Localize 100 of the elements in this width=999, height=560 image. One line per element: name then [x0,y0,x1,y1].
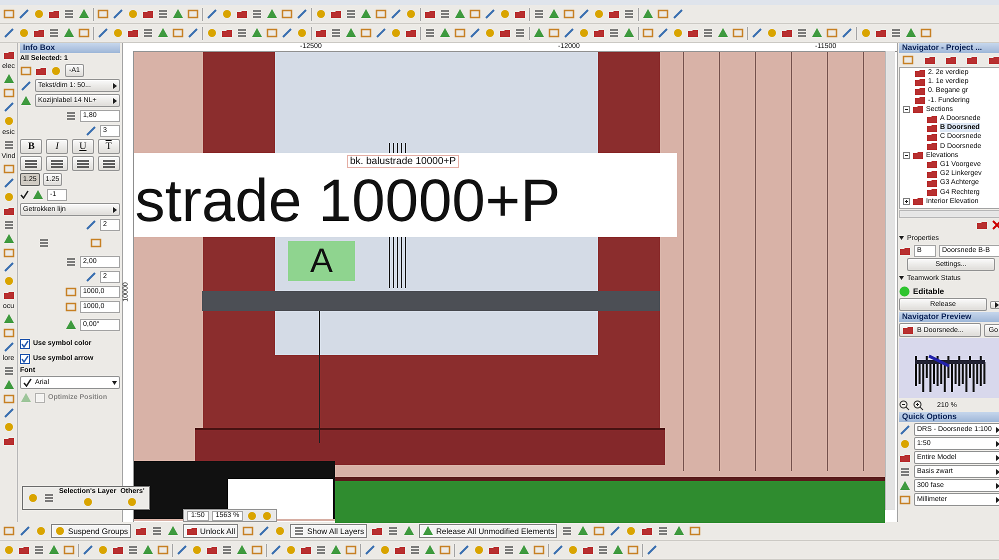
triangle-icon[interactable] [251,27,263,39]
dot-icon[interactable] [766,27,778,39]
align-icon[interactable] [24,158,38,168]
lines-icon[interactable] [597,544,609,556]
folder-icon[interactable] [899,245,911,257]
lines-icon[interactable] [702,27,714,39]
triangle-icon[interactable] [142,544,154,556]
frame-icon[interactable] [360,27,372,39]
frame-icon[interactable] [20,64,32,76]
lines-icon[interactable] [127,544,139,556]
triangle-icon[interactable] [20,94,32,106]
dot-icon[interactable] [274,525,286,537]
triangle-icon[interactable] [2,379,14,391]
format-button[interactable]: B [20,139,42,154]
triangle-icon[interactable] [424,544,436,556]
lines-icon[interactable] [33,544,45,556]
pencil-icon[interactable] [841,27,853,39]
dot-icon[interactable] [82,496,94,508]
frame-icon[interactable] [533,544,545,556]
lines-icon[interactable] [157,8,169,20]
triangle-icon[interactable] [717,27,729,39]
folder-icon[interactable] [18,544,30,556]
lines-icon[interactable] [514,27,526,39]
pencil-icon[interactable] [2,261,14,273]
lines-icon[interactable] [2,139,14,151]
lines-icon[interactable] [608,27,620,39]
dot-icon[interactable] [50,64,62,76]
lines-icon[interactable] [315,544,327,556]
folder-icon[interactable] [112,544,124,556]
folder-icon[interactable] [687,27,699,39]
pencil-icon[interactable] [364,544,376,556]
frame-icon[interactable] [345,544,357,556]
lines-icon[interactable] [623,8,635,20]
pencil-icon[interactable] [20,80,32,92]
dot-icon[interactable] [484,27,496,39]
expander-icon[interactable] [903,106,910,113]
folder-icon[interactable] [488,544,500,556]
lines-icon[interactable] [63,8,75,20]
frame-icon[interactable] [78,27,90,39]
dot-icon[interactable] [285,544,297,556]
triangle-icon[interactable] [2,313,14,325]
frame-icon[interactable] [187,8,199,20]
triangle-icon[interactable] [360,8,372,20]
frame-icon[interactable] [97,8,109,20]
checkbox[interactable] [20,354,30,364]
dot-icon[interactable] [379,544,391,556]
frame-icon[interactable] [689,525,702,537]
frame-icon[interactable] [3,525,15,537]
pencil-icon[interactable] [899,424,911,436]
folder-icon[interactable] [2,49,14,61]
triangle-icon[interactable] [518,544,530,556]
scrollbar[interactable] [885,51,895,510]
folder-icon[interactable] [582,544,594,556]
frame-icon[interactable] [548,27,560,39]
frame-icon[interactable] [902,54,914,66]
frame-icon[interactable] [251,544,263,556]
frame-icon[interactable] [899,494,911,506]
frame-icon[interactable] [454,27,466,39]
folder-icon[interactable] [781,27,793,39]
lines-icon[interactable] [345,8,357,20]
pencil-icon[interactable] [2,407,14,419]
pencil-icon[interactable] [85,270,97,282]
triangle-icon[interactable] [172,8,184,20]
folder-icon[interactable] [2,435,14,447]
frame-icon[interactable] [281,8,293,20]
triangle-icon[interactable] [612,544,624,556]
pencil-icon[interactable] [2,341,14,353]
dot-icon[interactable] [221,8,233,20]
frame-icon[interactable] [2,327,14,339]
dot-icon[interactable] [246,510,258,522]
lines-icon[interactable] [221,544,233,556]
lines-icon[interactable] [65,256,77,268]
frame-icon[interactable] [65,300,77,312]
lines-icon[interactable] [533,8,545,20]
triangle-icon[interactable] [32,188,44,200]
dot-icon[interactable] [315,8,327,20]
triangle-icon[interactable] [345,27,357,39]
frame-icon[interactable] [732,27,744,39]
dot-icon[interactable] [593,8,605,20]
folder-icon[interactable] [2,289,14,301]
triangle-icon[interactable] [330,544,342,556]
folder-icon[interactable] [127,27,139,39]
lines-icon[interactable] [251,8,263,20]
dot-icon[interactable] [261,510,274,522]
triangle-icon[interactable] [266,8,278,20]
triangle-icon[interactable] [439,27,451,39]
expander-icon[interactable] [903,152,910,159]
lines-icon[interactable] [409,544,421,556]
lines-icon[interactable] [330,27,342,39]
dot-icon[interactable] [578,27,590,39]
folder-icon[interactable] [394,544,406,556]
folder-icon[interactable] [608,8,620,20]
toolbar-button[interactable]: Release All Unmodified Elements [419,524,558,538]
triangle-icon[interactable] [2,233,14,245]
zoom-in-icon[interactable] [913,400,924,410]
frame-icon[interactable] [63,544,75,556]
pencil-icon[interactable] [85,218,97,230]
folder-icon[interactable] [142,8,154,20]
toolbar-button[interactable]: Show All Layers [290,524,368,538]
triangle-icon[interactable] [642,8,654,20]
